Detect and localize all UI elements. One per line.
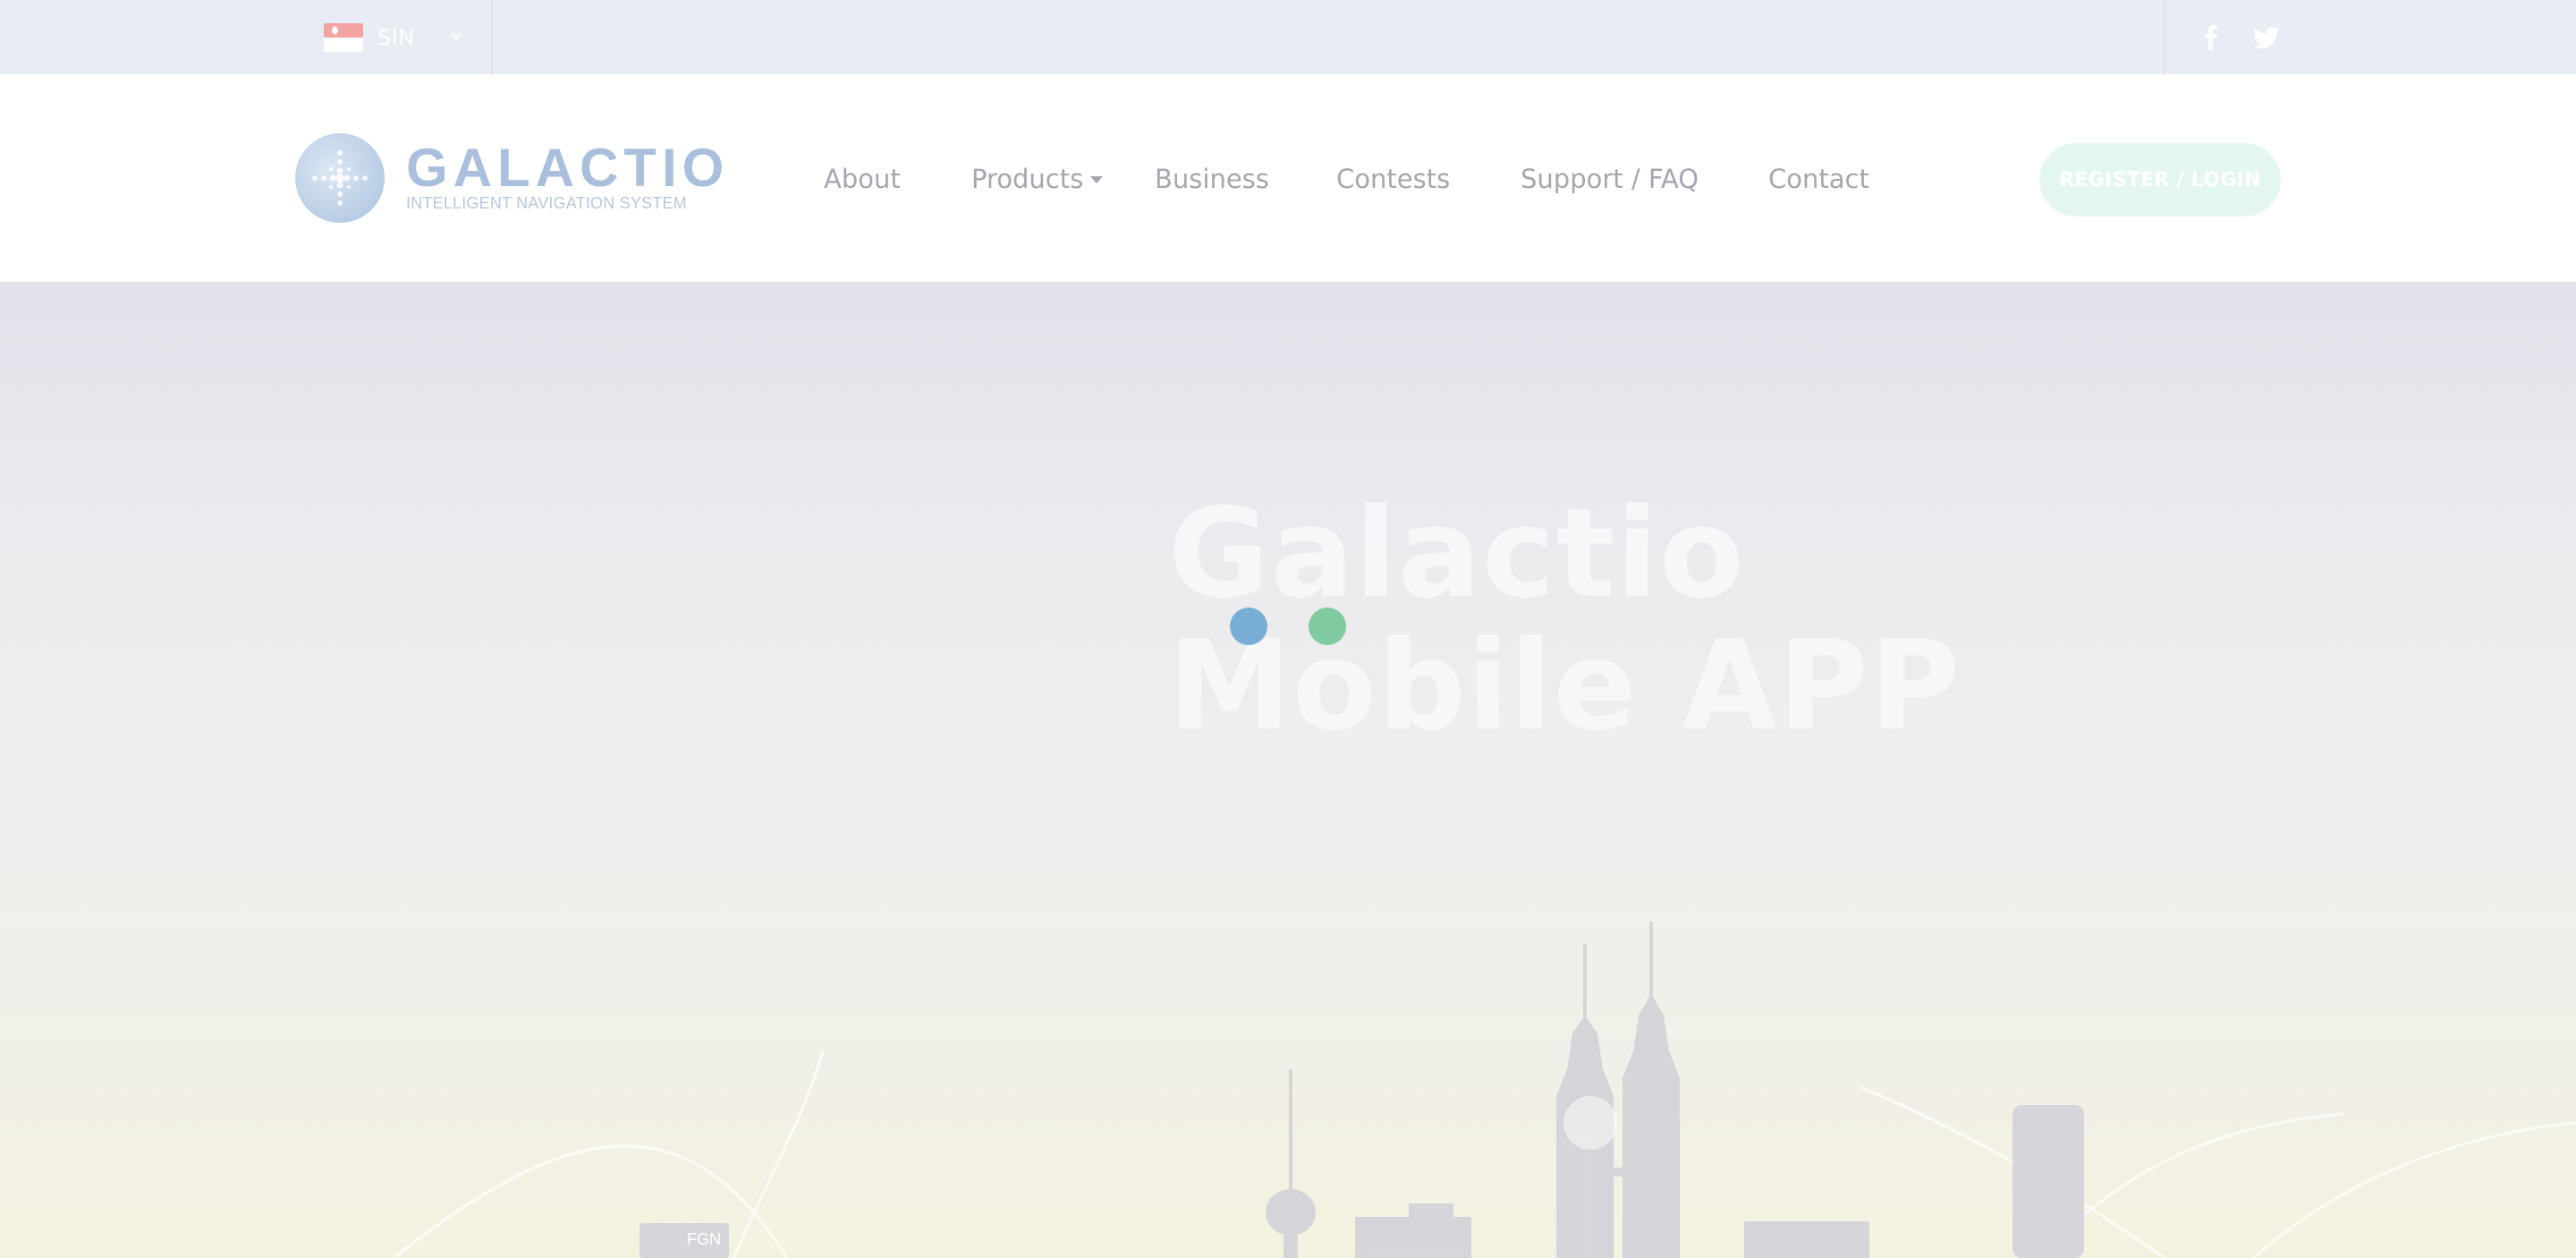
singapore-flag-icon [324, 23, 363, 52]
topbar-divider-left [491, 0, 493, 74]
nav-contests[interactable]: Contests [1336, 157, 1450, 201]
language-code: SIN [377, 25, 415, 50]
register-login-button[interactable]: REGISTER / LOGIN [2039, 143, 2281, 217]
twitter-icon [2253, 27, 2280, 48]
nav-products[interactable]: Products [971, 157, 1083, 201]
logo-wordmark: GALACTIO [406, 138, 730, 198]
nav-support-faq[interactable]: Support / FAQ [1521, 157, 1699, 201]
galactio-logo[interactable]: GALACTIO INTELLIGENT NAVIGATION SYSTEM [295, 132, 724, 225]
hero-title-line-2: Mobile APP [1168, 614, 1962, 758]
nav-contact[interactable]: Contact [1768, 157, 1869, 201]
language-selector[interactable]: SIN [324, 23, 463, 52]
city-skyline-illustration: FGN [393, 922, 2576, 1258]
logo-text: GALACTIO INTELLIGENT NAVIGATION SYSTEM [406, 138, 730, 213]
products-dropdown-caret-icon[interactable] [1090, 176, 1103, 183]
top-bar: SIN [0, 0, 2576, 74]
loading-dot-blue [1230, 608, 1267, 645]
nav-business[interactable]: Business [1155, 157, 1269, 201]
skyline-sign: FGN [687, 1230, 721, 1248]
globe-logo-icon [295, 133, 385, 223]
logo-tagline: INTELLIGENT NAVIGATION SYSTEM [406, 194, 687, 212]
hero-title: Galactio Mobile APP [1168, 488, 1973, 752]
twitter-link[interactable] [2249, 20, 2284, 55]
loading-dot-green [1309, 608, 1346, 645]
hero-title-line-1: Galactio [1168, 481, 1745, 625]
chevron-down-icon [448, 34, 463, 41]
nav-about[interactable]: About [824, 157, 901, 201]
site-header: GALACTIO INTELLIGENT NAVIGATION SYSTEM A… [0, 74, 2576, 282]
hero-section: FGN Galactio Mobile APP [0, 282, 2576, 1258]
facebook-link[interactable] [2193, 20, 2229, 55]
facebook-icon [2205, 25, 2217, 50]
topbar-divider-right [2164, 0, 2165, 74]
